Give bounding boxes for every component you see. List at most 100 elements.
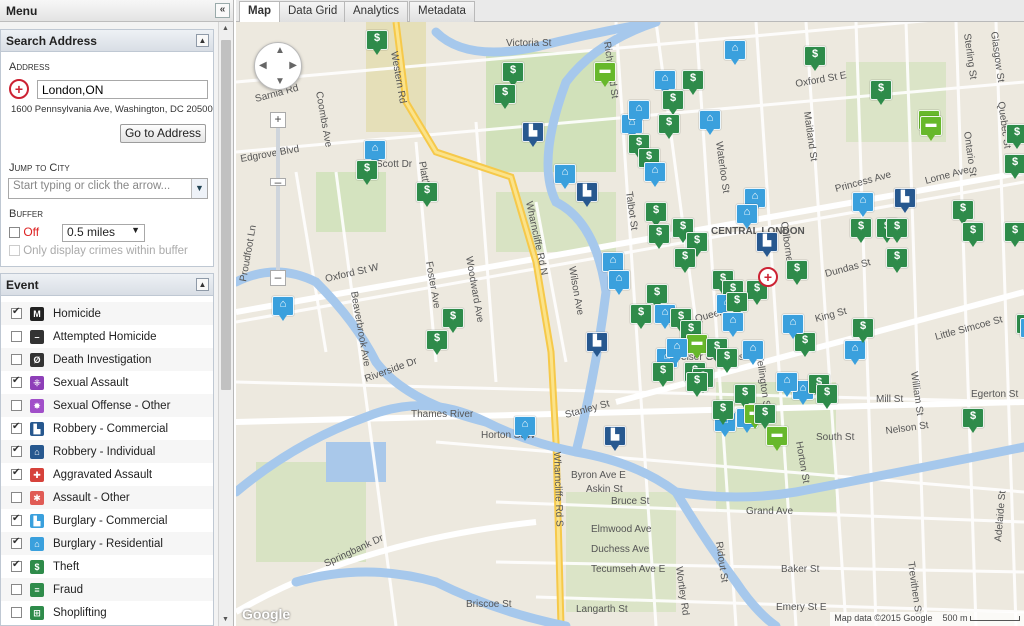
theft-marker-icon[interactable]: $: [962, 408, 984, 434]
event-item[interactable]: ▙ Robbery - Commercial: [1, 417, 213, 440]
address-input[interactable]: [37, 80, 208, 99]
tab-map[interactable]: Map: [239, 1, 280, 23]
pan-right-icon[interactable]: ▶: [289, 60, 297, 71]
theft-marker-icon[interactable]: $: [716, 348, 738, 374]
theft-marker-icon[interactable]: $: [962, 222, 984, 248]
zoom-out-button[interactable]: –: [270, 270, 286, 286]
event-checkbox[interactable]: [11, 559, 22, 572]
jump-to-city-input[interactable]: Start typing or click the arrow... ▼: [8, 178, 208, 199]
pan-up-icon[interactable]: ▲: [275, 45, 285, 56]
theft-marker-icon[interactable]: $: [1004, 154, 1024, 180]
event-item[interactable]: ▙ Burglary - Commercial: [1, 509, 213, 532]
burglary-marker-icon[interactable]: ⌂: [736, 204, 758, 230]
burglary-marker-icon[interactable]: ⌂: [608, 270, 630, 296]
event-checkbox[interactable]: [11, 400, 22, 411]
robbery-marker-icon[interactable]: ▙: [522, 122, 544, 148]
event-checkbox[interactable]: [11, 584, 22, 595]
buffer-distance-select[interactable]: 0.5 miles ▼: [62, 224, 145, 242]
burglary-marker-icon[interactable]: ⌂: [554, 164, 576, 190]
collapse-sidebar-button[interactable]: «: [215, 3, 230, 18]
burglary-marker-icon[interactable]: ⌂: [776, 372, 798, 398]
event-item[interactable]: ⌂ Robbery - Individual: [1, 440, 213, 463]
event-item[interactable]: ✚ Aggravated Assault: [1, 463, 213, 486]
theft-marker-icon[interactable]: $: [850, 218, 872, 244]
zoom-slider-track[interactable]: [276, 122, 280, 282]
zoom-slider-handle[interactable]: –: [270, 176, 286, 188]
theft-marker-icon[interactable]: $: [886, 218, 908, 244]
dropdown-arrow-icon[interactable]: ▼: [191, 179, 207, 198]
robbery-marker-icon[interactable]: ▙: [586, 332, 608, 358]
theft-marker-icon[interactable]: $: [712, 400, 734, 426]
event-checkbox[interactable]: [11, 444, 22, 457]
theft-marker-icon[interactable]: $: [886, 248, 908, 274]
pan-down-icon[interactable]: ▼: [275, 76, 285, 87]
burglary-marker-icon[interactable]: ⌂: [699, 110, 721, 136]
event-item[interactable]: ⊞ Shoplifting: [1, 601, 213, 624]
theft-marker-icon[interactable]: $: [674, 248, 696, 274]
theft-marker-icon[interactable]: $: [366, 30, 388, 56]
buffer-only-checkbox[interactable]: [9, 245, 20, 257]
event-item[interactable]: $ Theft: [1, 555, 213, 578]
vehicle-marker-icon[interactable]: ▬: [594, 62, 616, 88]
burglary-marker-icon[interactable]: ⌂: [1020, 318, 1024, 344]
theft-marker-icon[interactable]: $: [494, 84, 516, 110]
scroll-down-icon[interactable]: ▼: [222, 616, 229, 623]
robbery-marker-icon[interactable]: ▙: [576, 182, 598, 208]
theft-marker-icon[interactable]: $: [1006, 124, 1024, 150]
burglary-marker-icon[interactable]: ⌂: [272, 296, 294, 322]
burglary-marker-icon[interactable]: ⌂: [722, 312, 744, 338]
theft-marker-icon[interactable]: $: [754, 404, 776, 430]
burglary-marker-icon[interactable]: ⌂: [644, 162, 666, 188]
event-item[interactable]: ꔰ Sexual Assault: [1, 371, 213, 394]
address-marker-icon[interactable]: +: [758, 267, 778, 287]
burglary-marker-icon[interactable]: ⌂: [742, 340, 764, 366]
buffer-checkbox[interactable]: [9, 227, 20, 239]
burglary-marker-icon[interactable]: ⌂: [782, 314, 804, 340]
theft-marker-icon[interactable]: $: [426, 330, 448, 356]
event-item[interactable]: M Homicide: [1, 302, 213, 325]
theft-marker-icon[interactable]: $: [356, 160, 378, 186]
theft-marker-icon[interactable]: $: [682, 70, 704, 96]
theft-marker-icon[interactable]: $: [630, 304, 652, 330]
scroll-up-icon[interactable]: ▲: [222, 25, 229, 32]
buffer-toggle[interactable]: Off: [9, 225, 39, 239]
location-target-icon[interactable]: +: [9, 79, 29, 99]
tab-analytics[interactable]: Analytics: [344, 1, 409, 22]
theft-marker-icon[interactable]: $: [870, 80, 892, 106]
vehicle-marker-icon[interactable]: ▬: [686, 334, 708, 360]
event-item[interactable]: ✱ Assault - Other: [1, 486, 213, 509]
theft-marker-icon[interactable]: $: [648, 224, 670, 250]
event-checkbox[interactable]: [11, 331, 22, 342]
sidebar-scrollbar[interactable]: ▲ ▼: [218, 22, 233, 626]
event-item[interactable]: ✸ Sexual Offense - Other: [1, 394, 213, 417]
buffer-only-option[interactable]: Only display crimes within buffer: [9, 245, 188, 257]
robbery-marker-icon[interactable]: ▙: [604, 426, 626, 452]
burglary-marker-icon[interactable]: ⌂: [724, 40, 746, 66]
burglary-marker-icon[interactable]: ⌂: [628, 100, 650, 126]
theft-marker-icon[interactable]: $: [686, 372, 708, 398]
event-checkbox[interactable]: [11, 536, 22, 549]
event-checkbox[interactable]: [11, 607, 22, 618]
theft-marker-icon[interactable]: $: [804, 46, 826, 72]
robbery-marker-icon[interactable]: ▙: [756, 232, 778, 258]
event-checkbox[interactable]: [11, 421, 22, 434]
theft-marker-icon[interactable]: $: [652, 362, 674, 388]
theft-marker-icon[interactable]: $: [416, 182, 438, 208]
event-checkbox[interactable]: [11, 375, 22, 388]
event-checkbox[interactable]: [11, 492, 22, 503]
collapse-panel-icon[interactable]: ▲: [196, 278, 209, 291]
collapse-panel-icon[interactable]: ▲: [196, 34, 209, 47]
event-item[interactable]: ⌂ Burglary - Residential: [1, 532, 213, 555]
vehicle-marker-icon[interactable]: ▬: [920, 116, 942, 142]
event-checkbox[interactable]: [11, 513, 22, 526]
go-to-address-button[interactable]: Go to Address: [120, 124, 206, 143]
theft-marker-icon[interactable]: $: [1004, 222, 1024, 248]
pan-control[interactable]: ▲ ▼ ◀ ▶: [254, 42, 302, 90]
burglary-marker-icon[interactable]: ⌂: [514, 416, 536, 442]
event-item[interactable]: – Attempted Homicide: [1, 325, 213, 348]
event-item[interactable]: ≡ Fraud: [1, 578, 213, 601]
event-item[interactable]: Ø Death Investigation: [1, 348, 213, 371]
theft-marker-icon[interactable]: $: [786, 260, 808, 286]
robbery-marker-icon[interactable]: ▙: [894, 188, 916, 214]
scrollbar-thumb[interactable]: [221, 40, 231, 390]
